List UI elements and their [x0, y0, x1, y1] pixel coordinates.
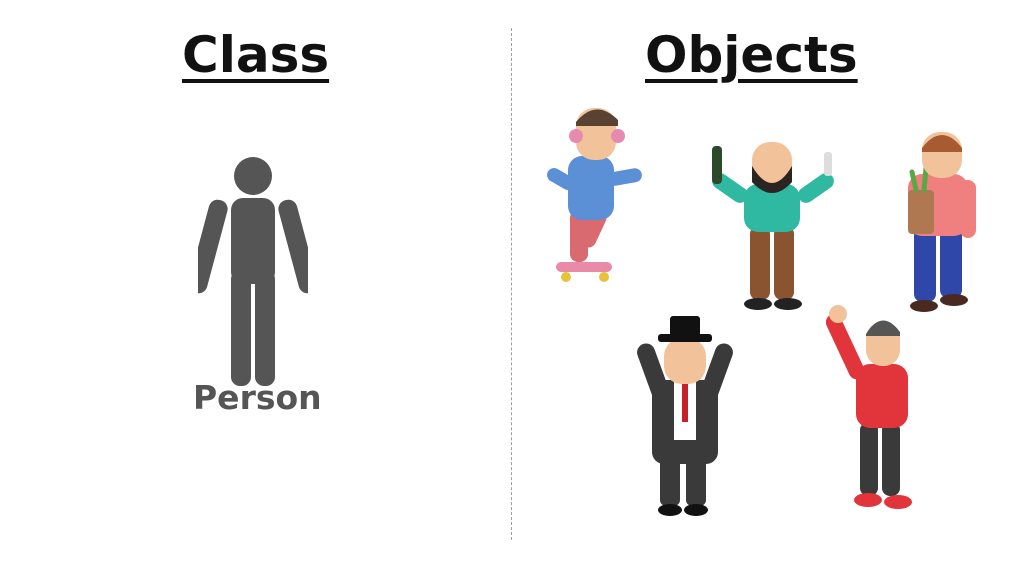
waving-man-in-red-sweater-icon	[826, 305, 912, 509]
skateboarder-with-headphones-icon	[547, 108, 642, 282]
bearded-man-with-bottle-icon	[712, 142, 834, 310]
class-heading: Class	[182, 26, 330, 84]
man-in-top-hat-and-coat-icon	[637, 316, 733, 516]
man-with-grocery-bag-icon	[908, 132, 976, 312]
class-label-person: Person	[193, 378, 322, 417]
objects-heading: Objects	[645, 26, 858, 84]
person-silhouette-icon	[198, 157, 308, 386]
section-divider	[511, 28, 512, 540]
